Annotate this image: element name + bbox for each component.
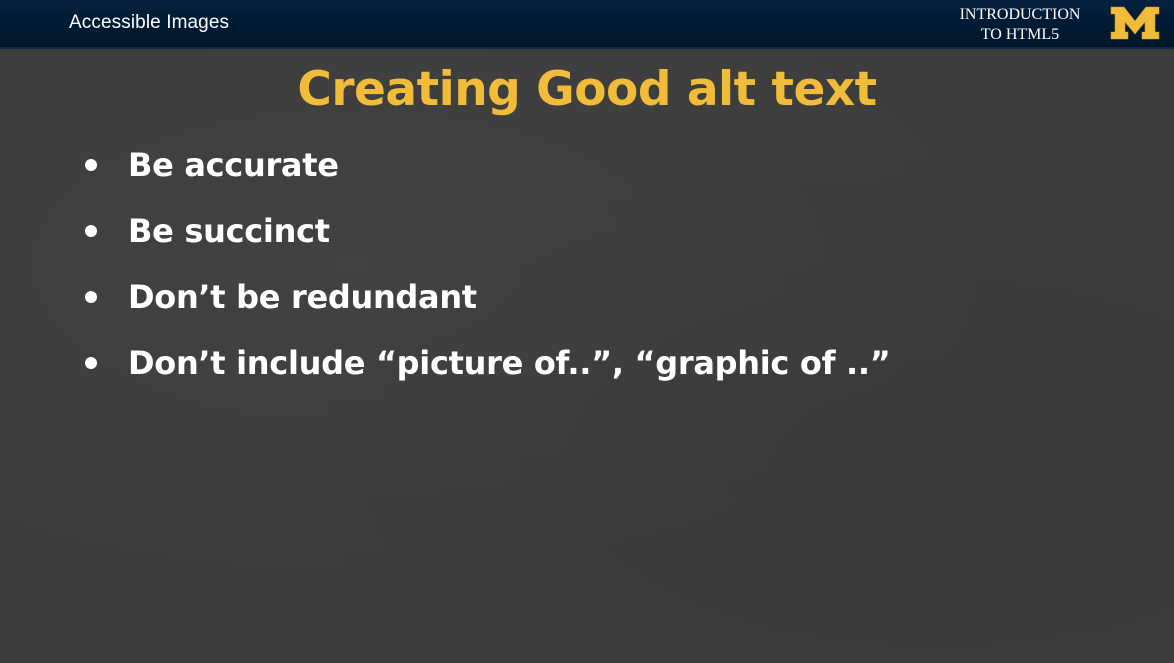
bullet-list: Be accurate Be succinct Don’t be redunda… bbox=[82, 132, 891, 396]
slide-title: Creating Good alt text bbox=[297, 62, 877, 117]
bullet-dot-icon bbox=[85, 159, 97, 171]
bullet-text: Don’t be redundant bbox=[128, 278, 477, 316]
bullet-item: Be succinct bbox=[82, 198, 891, 264]
bullet-text: Be accurate bbox=[128, 146, 339, 184]
bullet-item: Don’t include “picture of..”, “graphic o… bbox=[82, 330, 891, 396]
bullet-item: Be accurate bbox=[82, 132, 891, 198]
header-bar: Accessible Images INTRODUCTION TO HTML5 bbox=[0, 0, 1174, 49]
course-title-line-2: TO HTML5 bbox=[980, 26, 1060, 43]
slide: Accessible Images INTRODUCTION TO HTML5 … bbox=[0, 0, 1174, 663]
bullet-text: Be succinct bbox=[128, 212, 330, 250]
bullet-dot-icon bbox=[85, 357, 97, 369]
bullet-dot-icon bbox=[85, 291, 97, 303]
bullet-item: Don’t be redundant bbox=[82, 264, 891, 330]
block-m-logo bbox=[1110, 6, 1160, 40]
course-title-line-1: INTRODUCTION bbox=[959, 6, 1081, 23]
bullet-dot-icon bbox=[85, 225, 97, 237]
course-title: INTRODUCTION TO HTML5 bbox=[944, 5, 1096, 45]
lecture-title: Accessible Images bbox=[69, 12, 230, 33]
bullet-text: Don’t include “picture of..”, “graphic o… bbox=[128, 344, 891, 382]
